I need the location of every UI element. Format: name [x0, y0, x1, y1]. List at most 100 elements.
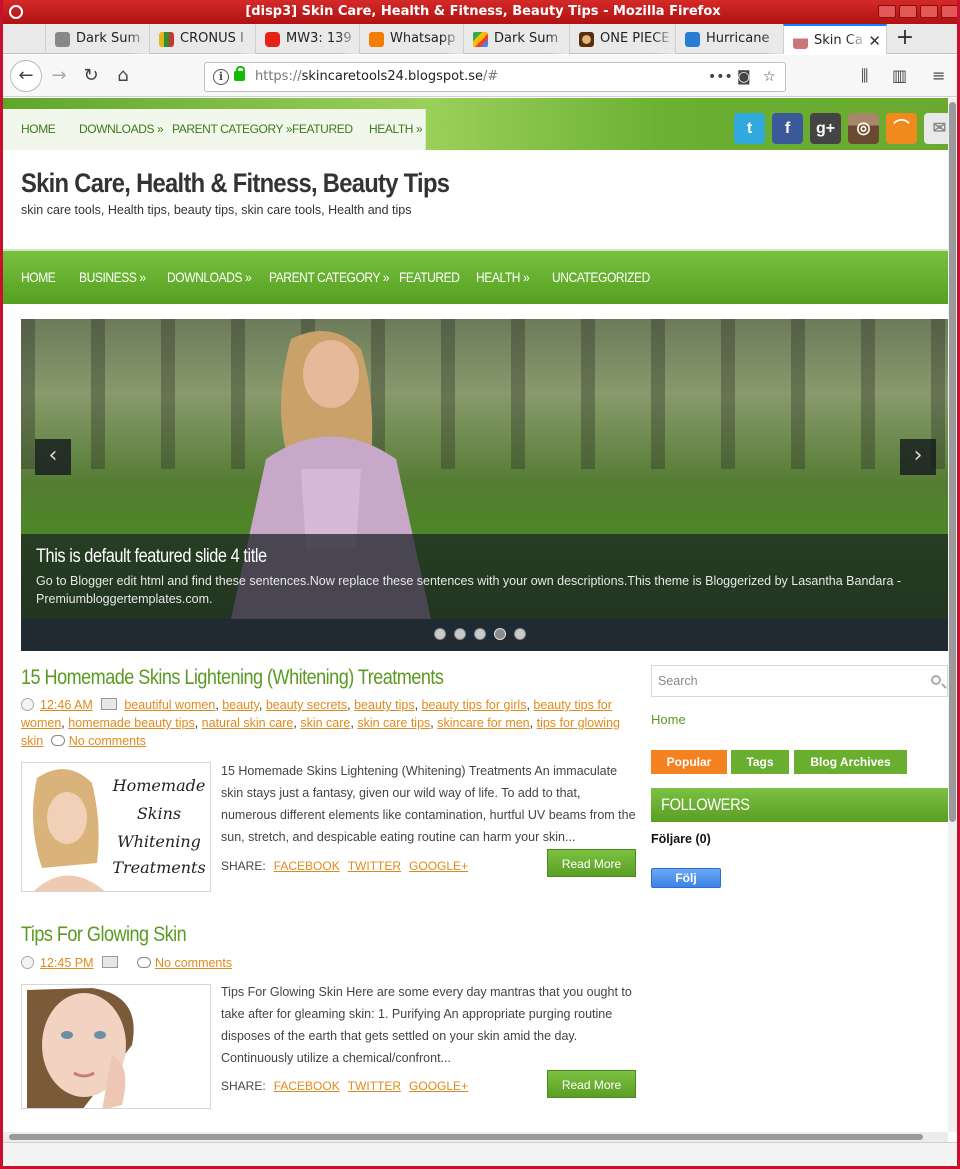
- thumb-title-line-1: Homemade: [112, 776, 206, 795]
- sidebar-icon[interactable]: ▥: [892, 62, 907, 90]
- pocket-icon[interactable]: ◙: [737, 63, 751, 91]
- vertical-scrollbar[interactable]: [948, 98, 957, 1132]
- rss-icon[interactable]: ⌒: [886, 113, 917, 144]
- minimize-button[interactable]: [878, 5, 896, 18]
- reload-button[interactable]: ↻: [77, 62, 105, 90]
- close-window-button[interactable]: [941, 5, 957, 18]
- post-comments-link[interactable]: No comments: [69, 734, 146, 748]
- email-icon[interactable]: ✉: [924, 113, 948, 144]
- status-area: [3, 1142, 957, 1166]
- firefox-icon: [9, 5, 23, 19]
- horizontal-scrollbar[interactable]: [3, 1132, 948, 1142]
- follow-button[interactable]: Följ: [651, 868, 721, 888]
- nav-parent-category[interactable]: PARENT CATEGORY »: [269, 251, 389, 304]
- post-thumbnail[interactable]: Homemade Skins Whitening Treatments: [21, 762, 211, 892]
- share-facebook-link[interactable]: FACEBOOK: [274, 859, 340, 873]
- post-label[interactable]: beautiful women: [124, 698, 215, 712]
- post-comments-link[interactable]: No comments: [155, 956, 232, 970]
- post-label[interactable]: beauty: [222, 698, 259, 712]
- tab-mw3[interactable]: MW3: 139: [255, 24, 359, 54]
- post-title[interactable]: 15 Homemade Skins Lightening (Whitening)…: [21, 664, 444, 692]
- post-time[interactable]: 12:45 PM: [40, 956, 94, 970]
- share-twitter-link[interactable]: TWITTER: [348, 859, 401, 873]
- slide-dot-active[interactable]: [494, 628, 506, 640]
- address-bar[interactable]: i https://skincaretools24.blogspot.se/# …: [204, 62, 786, 92]
- post-title[interactable]: Tips For Glowing Skin: [21, 921, 187, 949]
- top-menu-downloads[interactable]: DOWNLOADS »: [79, 109, 164, 150]
- search-icon[interactable]: [931, 675, 941, 685]
- tab-dark-sum-1[interactable]: Dark Sum: [45, 24, 149, 54]
- post-label[interactable]: skin care tips: [357, 716, 430, 730]
- site-info-icon[interactable]: i: [213, 69, 229, 85]
- post-label[interactable]: skincare for men: [437, 716, 529, 730]
- post-label[interactable]: beauty tips for girls: [422, 698, 527, 712]
- maximize-button[interactable]: [920, 5, 938, 18]
- read-more-button[interactable]: Read More: [547, 1070, 636, 1098]
- post-meta: 12:46 AM beautiful women, beauty, beauty…: [21, 698, 620, 748]
- facebook-icon[interactable]: f: [772, 113, 803, 144]
- top-menu-parent-category[interactable]: PARENT CATEGORY »: [172, 109, 293, 150]
- post-label[interactable]: beauty tips: [354, 698, 414, 712]
- thumb-title-line-4: Treatments: [112, 858, 205, 877]
- menu-icon[interactable]: ≡: [932, 62, 945, 90]
- top-menu-featured[interactable]: FEATURED: [292, 109, 353, 150]
- blogger-icon: [369, 32, 384, 47]
- nav-health[interactable]: HEALTH »: [476, 251, 530, 304]
- new-tab-button[interactable]: +: [891, 24, 919, 54]
- nav-featured[interactable]: FEATURED: [399, 251, 460, 304]
- url-text[interactable]: https://skincaretools24.blogspot.se/#: [255, 63, 498, 91]
- read-more-button[interactable]: Read More: [547, 849, 636, 877]
- google-plus-icon[interactable]: g+: [810, 113, 841, 144]
- site-tagline: skin care tools, Health tips, beauty tip…: [21, 203, 412, 217]
- close-tab-icon[interactable]: ✕: [868, 26, 881, 54]
- hurricane-icon: [685, 32, 700, 47]
- slide-dot[interactable]: [434, 628, 446, 640]
- post-label[interactable]: homemade beauty tips: [68, 716, 194, 730]
- share-facebook-link[interactable]: FACEBOOK: [274, 1079, 340, 1093]
- tab-hurricane[interactable]: Hurricane: [675, 24, 783, 54]
- slide-dot[interactable]: [514, 628, 526, 640]
- share-google-plus-link[interactable]: GOOGLE+: [409, 1079, 468, 1093]
- share-google-plus-link[interactable]: GOOGLE+: [409, 859, 468, 873]
- post-label[interactable]: beauty secrets: [266, 698, 347, 712]
- tab-cronus[interactable]: CRONUS I: [149, 24, 255, 54]
- top-menu-health[interactable]: HEALTH »: [369, 109, 423, 150]
- forward-button[interactable]: →: [45, 62, 73, 90]
- home-button[interactable]: ⌂: [109, 62, 137, 90]
- sidebar-home-link[interactable]: Home: [651, 712, 686, 728]
- bookmark-star-icon[interactable]: ☆: [763, 63, 776, 91]
- tab-tags[interactable]: Tags: [731, 750, 789, 774]
- nav-home[interactable]: HOME: [21, 251, 56, 304]
- tab-dark-sum-2[interactable]: Dark Sum: [463, 24, 569, 54]
- slider-prev-button[interactable]: ‹: [35, 439, 71, 475]
- slide-dot[interactable]: [474, 628, 486, 640]
- followers-widget-title: FOLLOWERS: [651, 788, 948, 822]
- post-label[interactable]: natural skin care: [202, 716, 294, 730]
- nav-business[interactable]: BUSINESS »: [79, 251, 146, 304]
- twitter-icon[interactable]: t: [734, 113, 765, 144]
- site-title[interactable]: Skin Care, Health & Fitness, Beauty Tips: [21, 166, 450, 200]
- back-button[interactable]: ←: [10, 60, 42, 92]
- tab-skin-care[interactable]: Skin Ca ✕: [783, 24, 887, 54]
- slider-next-button[interactable]: ›: [900, 439, 936, 475]
- nav-downloads[interactable]: DOWNLOADS »: [167, 251, 252, 304]
- library-icon[interactable]: ⫼: [861, 62, 868, 90]
- page-actions-icon[interactable]: •••: [708, 63, 733, 91]
- share-twitter-link[interactable]: TWITTER: [348, 1079, 401, 1093]
- slide-dot[interactable]: [454, 628, 466, 640]
- post-label[interactable]: skin care: [300, 716, 350, 730]
- nav-uncategorized[interactable]: UNCATEGORIZED: [552, 251, 650, 304]
- slide-title[interactable]: This is default featured slide 4 title: [36, 544, 267, 570]
- instagram-icon[interactable]: ◎: [848, 113, 879, 144]
- tab-whatsapp[interactable]: Whatsapp: [359, 24, 463, 54]
- tab-blog-archives[interactable]: Blog Archives: [794, 750, 907, 774]
- tab-popular[interactable]: Popular: [651, 750, 727, 774]
- search-box[interactable]: Search: [651, 665, 948, 697]
- post-thumbnail[interactable]: [21, 984, 211, 1109]
- post-time[interactable]: 12:46 AM: [40, 698, 93, 712]
- search-input[interactable]: Search: [658, 666, 698, 696]
- top-menu-home[interactable]: HOME: [21, 109, 56, 150]
- shade-button[interactable]: [899, 5, 917, 18]
- tab-one-piece[interactable]: ONE PIECE: [569, 24, 675, 54]
- youtube-icon: [265, 32, 280, 47]
